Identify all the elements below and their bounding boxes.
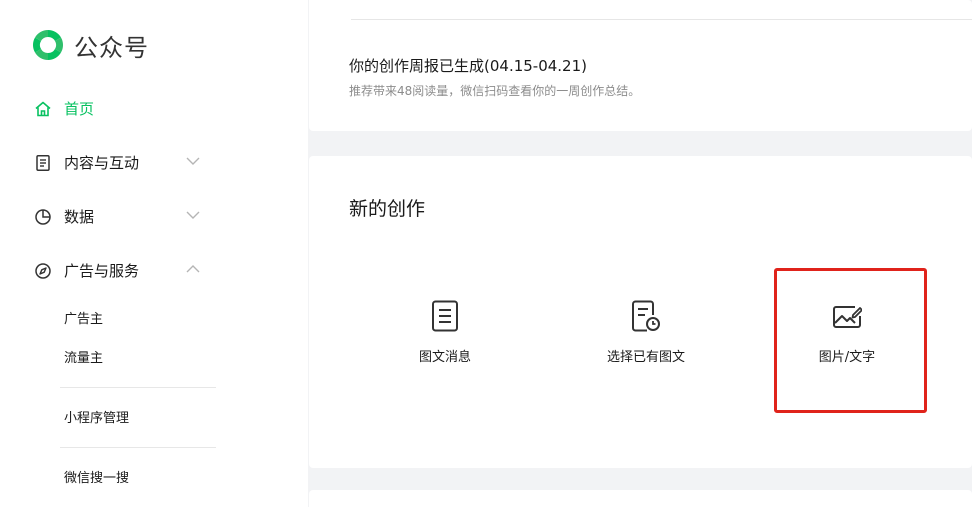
- chevron-up-icon[interactable]: [186, 264, 200, 274]
- sidebar-subitem-wechat-search[interactable]: 微信搜一搜: [64, 467, 129, 486]
- select-existing-article-button[interactable]: 选择已有图文: [556, 300, 736, 365]
- sidebar-divider: [60, 447, 216, 448]
- home-icon: [35, 101, 51, 116]
- article-icon: [432, 300, 458, 332]
- sidebar-item-label: 首页: [64, 100, 95, 118]
- wechat-official-logo-icon: [32, 29, 64, 61]
- new-creation-card: 新的创作 图文消息 选择已有图文 图片/文字: [309, 156, 972, 468]
- sidebar-subitem-publisher[interactable]: 流量主: [64, 347, 103, 366]
- next-card: [309, 490, 972, 507]
- sidebar: 公众号 首页 内容与互动 数据 广告与服务 广告主 流量主 小程序管理 微信搜一…: [0, 0, 308, 507]
- sidebar-item-label: 数据: [64, 208, 95, 226]
- sidebar-item-data[interactable]: 数据: [34, 206, 200, 227]
- highlight-annotation-box: [774, 268, 927, 413]
- sidebar-subitem-mini-program[interactable]: 小程序管理: [64, 407, 129, 426]
- chevron-down-icon[interactable]: [186, 156, 200, 166]
- sidebar-divider: [60, 387, 216, 388]
- app-title: 公众号: [74, 33, 149, 62]
- sidebar-item-home[interactable]: 首页: [34, 98, 94, 119]
- sidebar-subitem-advertiser[interactable]: 广告主: [64, 308, 103, 327]
- document-icon: [36, 154, 50, 171]
- card-divider: [351, 19, 972, 20]
- create-article-button[interactable]: 图文消息: [355, 300, 535, 365]
- weekly-report-title: 你的创作周报已生成(04.15-04.21): [349, 57, 588, 75]
- existing-article-icon: [632, 300, 660, 332]
- sidebar-item-label: 内容与互动: [64, 154, 140, 172]
- chevron-down-icon[interactable]: [186, 210, 200, 220]
- compass-icon: [35, 262, 51, 279]
- sidebar-item-content[interactable]: 内容与互动: [34, 152, 200, 173]
- create-option-label: 选择已有图文: [606, 350, 685, 365]
- pie-chart-icon: [35, 208, 51, 225]
- weekly-report-card[interactable]: 你的创作周报已生成(04.15-04.21) 推荐带来48阅读量，微信扫码查看你…: [309, 0, 972, 131]
- weekly-report-subtitle: 推荐带来48阅读量，微信扫码查看你的一周创作总结。: [349, 84, 641, 98]
- sidebar-item-ads-services[interactable]: 广告与服务: [34, 260, 200, 281]
- create-option-label: 图文消息: [418, 350, 471, 365]
- new-creation-title: 新的创作: [349, 198, 426, 220]
- logo[interactable]: 公众号: [30, 27, 149, 63]
- sidebar-item-label: 广告与服务: [64, 262, 140, 280]
